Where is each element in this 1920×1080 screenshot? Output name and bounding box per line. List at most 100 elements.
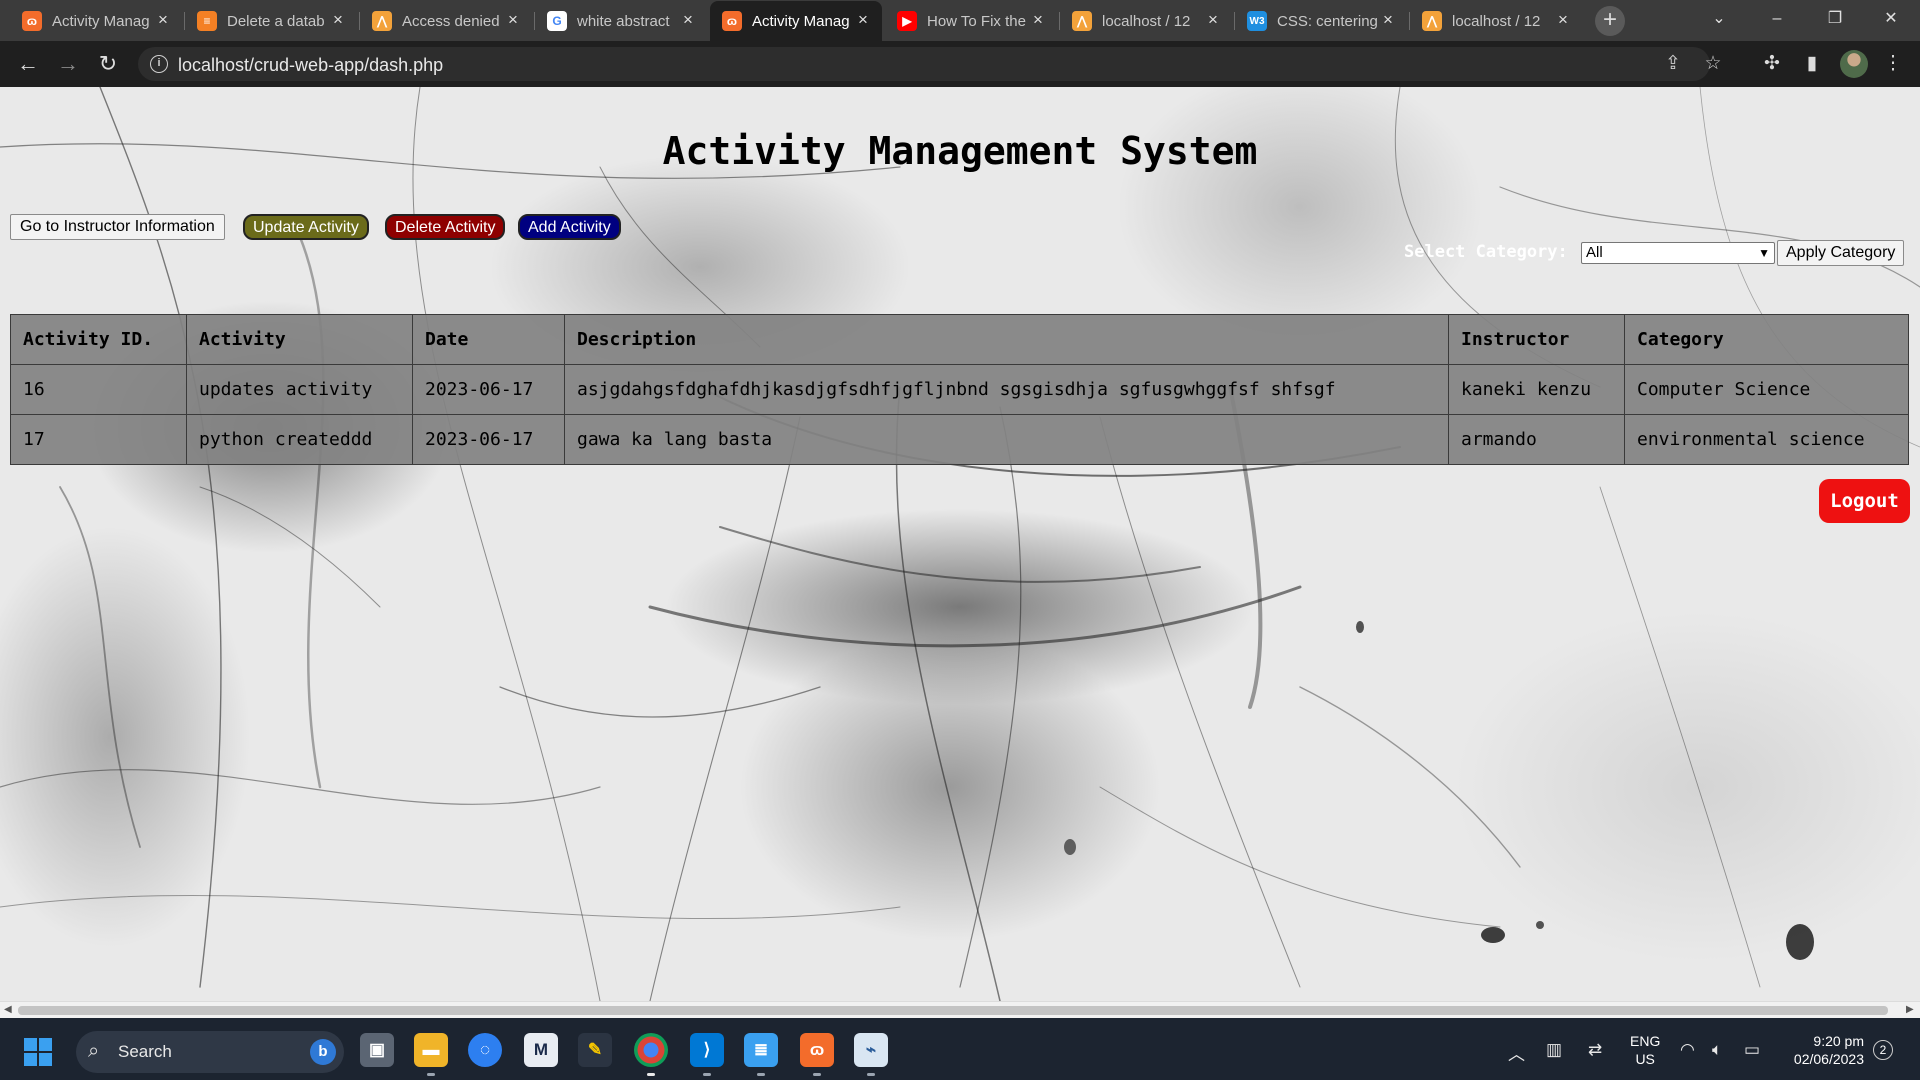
notepad-icon[interactable]: ≣: [744, 1033, 778, 1076]
site-info-icon[interactable]: i: [150, 55, 168, 73]
tab-white-abstract[interactable]: G white abstract ×: [535, 1, 707, 41]
clock-date: 02/06/2023: [1793, 1051, 1864, 1067]
bing-icon[interactable]: b: [310, 1039, 336, 1065]
table-row[interactable]: 16 updates activity 2023-06-17 asjgdahgs…: [10, 364, 1909, 415]
url-text[interactable]: localhost/crud-web-app/dash.php: [178, 55, 443, 76]
close-icon[interactable]: ×: [504, 11, 522, 29]
tab-title: localhost / 12: [1102, 12, 1191, 30]
cell-category: Computer Science: [1624, 364, 1909, 415]
header-activity-id: Activity ID.: [10, 314, 187, 365]
file-explorer-icon[interactable]: ▬: [414, 1033, 448, 1076]
close-icon[interactable]: ×: [1554, 11, 1572, 29]
cell-description: gawa ka lang basta: [564, 414, 1449, 465]
xampp-icon[interactable]: ɷ: [800, 1033, 834, 1076]
windows-start-icon[interactable]: [24, 1038, 52, 1066]
taskbar-search-box[interactable]: ⌕ Search b: [76, 1031, 344, 1073]
xampp-icon: ɷ: [22, 11, 42, 31]
close-icon[interactable]: ×: [854, 11, 872, 29]
scrollbar-thumb[interactable]: [18, 1006, 1888, 1015]
tab-localhost-1[interactable]: ⋀ localhost / 12 ×: [1060, 1, 1232, 41]
tab-title: white abstract: [577, 12, 670, 30]
scroll-left-icon[interactable]: ◀: [4, 1004, 12, 1015]
flyer-icon[interactable]: ✎: [578, 1033, 612, 1067]
back-arrow-icon[interactable]: ←: [12, 48, 44, 80]
close-window-icon[interactable]: ✕: [1862, 0, 1920, 41]
mail-icon[interactable]: M: [524, 1033, 558, 1067]
extensions-icon[interactable]: ✣: [1759, 51, 1785, 77]
close-icon[interactable]: ×: [1379, 11, 1397, 29]
address-bar[interactable]: i localhost/crud-web-app/dash.php ⇪ ☆: [138, 47, 1722, 81]
share-icon[interactable]: ⇪: [1661, 52, 1685, 76]
system-clock[interactable]: 9:20 pm 02/06/2023: [1780, 1032, 1864, 1068]
volume-icon[interactable]: 🔈︎: [1712, 1040, 1722, 1060]
category-selected-value: All: [1586, 244, 1603, 261]
running-indicator: [813, 1073, 821, 1076]
tab-localhost-2[interactable]: ⋀ localhost / 12 ×: [1410, 1, 1582, 41]
language-region: US: [1635, 1051, 1655, 1067]
tray-app-icon[interactable]: ▥: [1546, 1040, 1562, 1060]
chevron-down-icon: ▼: [1758, 246, 1770, 260]
tab-css-centering[interactable]: W3 CSS: centering ×: [1235, 1, 1407, 41]
close-icon[interactable]: ×: [329, 11, 347, 29]
google-icon: G: [547, 11, 567, 31]
close-icon[interactable]: ×: [1029, 11, 1047, 29]
tab-how-to-fix[interactable]: ▶ How To Fix the ×: [885, 1, 1057, 41]
go-to-instructor-button[interactable]: Go to Instructor Information: [10, 214, 225, 240]
bookmark-star-icon[interactable]: ☆: [1701, 52, 1725, 76]
update-activity-button[interactable]: Update Activity: [243, 214, 369, 240]
language-indicator[interactable]: ENG US: [1630, 1032, 1660, 1068]
tab-search-icon[interactable]: ⌄: [1690, 0, 1748, 41]
cell-category: environmental science: [1624, 414, 1909, 465]
vscode-icon[interactable]: ⟩: [690, 1033, 724, 1076]
youtube-icon: ▶: [897, 11, 917, 31]
show-hidden-icons-chevron-up-icon[interactable]: ︿: [1508, 1040, 1525, 1065]
add-activity-button[interactable]: Add Activity: [518, 214, 621, 240]
reload-icon[interactable]: ↻: [92, 48, 124, 80]
running-indicator: [647, 1073, 655, 1076]
tab-activity-management-active[interactable]: ɷ Activity Manag ×: [710, 1, 882, 41]
header-activity: Activity: [186, 314, 413, 365]
more-menu-icon[interactable]: ⋮: [1880, 51, 1906, 77]
xampp-icon: ɷ: [722, 11, 742, 31]
table-row[interactable]: 17 python createddd 2023-06-17 gawa ka l…: [10, 414, 1909, 465]
tab-access-denied[interactable]: ⋀ Access denied ×: [360, 1, 532, 41]
apply-category-button[interactable]: Apply Category: [1777, 240, 1905, 266]
notification-badge[interactable]: 2: [1873, 1040, 1893, 1060]
battery-icon[interactable]: ▭: [1744, 1040, 1760, 1060]
running-indicator: [757, 1073, 765, 1076]
tab-title: How To Fix the: [927, 12, 1026, 30]
activities-table: Activity ID. Activity Date Description I…: [10, 314, 1909, 465]
close-icon[interactable]: ×: [1204, 11, 1222, 29]
cell-activity-id: 17: [10, 414, 187, 465]
scroll-right-icon[interactable]: ▶: [1906, 1004, 1914, 1015]
wifi-icon[interactable]: ◠: [1680, 1040, 1695, 1060]
messenger-icon[interactable]: ◌: [468, 1033, 502, 1067]
task-view-icon[interactable]: ▣: [360, 1033, 394, 1067]
close-icon[interactable]: ×: [679, 11, 697, 29]
header-date: Date: [412, 314, 565, 365]
forward-arrow-icon[interactable]: →: [52, 48, 84, 80]
delete-activity-button[interactable]: Delete Activity: [385, 214, 506, 240]
cell-date: 2023-06-17: [412, 414, 565, 465]
browser-tab-strip: ɷ Activity Manag × ≡ Delete a datab × ⋀ …: [0, 0, 1920, 41]
category-select[interactable]: All ▼: [1581, 242, 1775, 264]
profile-avatar[interactable]: [1840, 50, 1868, 78]
tray-switch-icon[interactable]: ⇄: [1588, 1040, 1602, 1060]
header-category: Category: [1624, 314, 1909, 365]
tab-title: Activity Manag: [752, 12, 850, 30]
side-panel-icon[interactable]: ▮: [1799, 51, 1825, 77]
restore-icon[interactable]: ❐: [1806, 0, 1864, 41]
browser-toolbar: ← → ↻ i localhost/crud-web-app/dash.php …: [0, 41, 1920, 87]
tab-activity-management-1[interactable]: ɷ Activity Manag ×: [10, 1, 182, 41]
tab-delete-database[interactable]: ≡ Delete a datab ×: [185, 1, 357, 41]
chrome-icon[interactable]: [634, 1033, 668, 1076]
monitor-icon[interactable]: ⌁: [854, 1033, 888, 1076]
new-tab-button[interactable]: +: [1595, 6, 1625, 36]
phpmyadmin-icon: ⋀: [1072, 11, 1092, 31]
minimize-icon[interactable]: –: [1748, 0, 1806, 41]
cell-activity-id: 16: [10, 364, 187, 415]
close-icon[interactable]: ×: [154, 11, 172, 29]
horizontal-scrollbar[interactable]: ◀ ▶: [0, 1001, 1920, 1018]
cell-description: asjgdahgsfdghafdhjkasdjgfsdhfjgfljnbnd s…: [564, 364, 1449, 415]
logout-button[interactable]: Logout: [1819, 479, 1910, 523]
